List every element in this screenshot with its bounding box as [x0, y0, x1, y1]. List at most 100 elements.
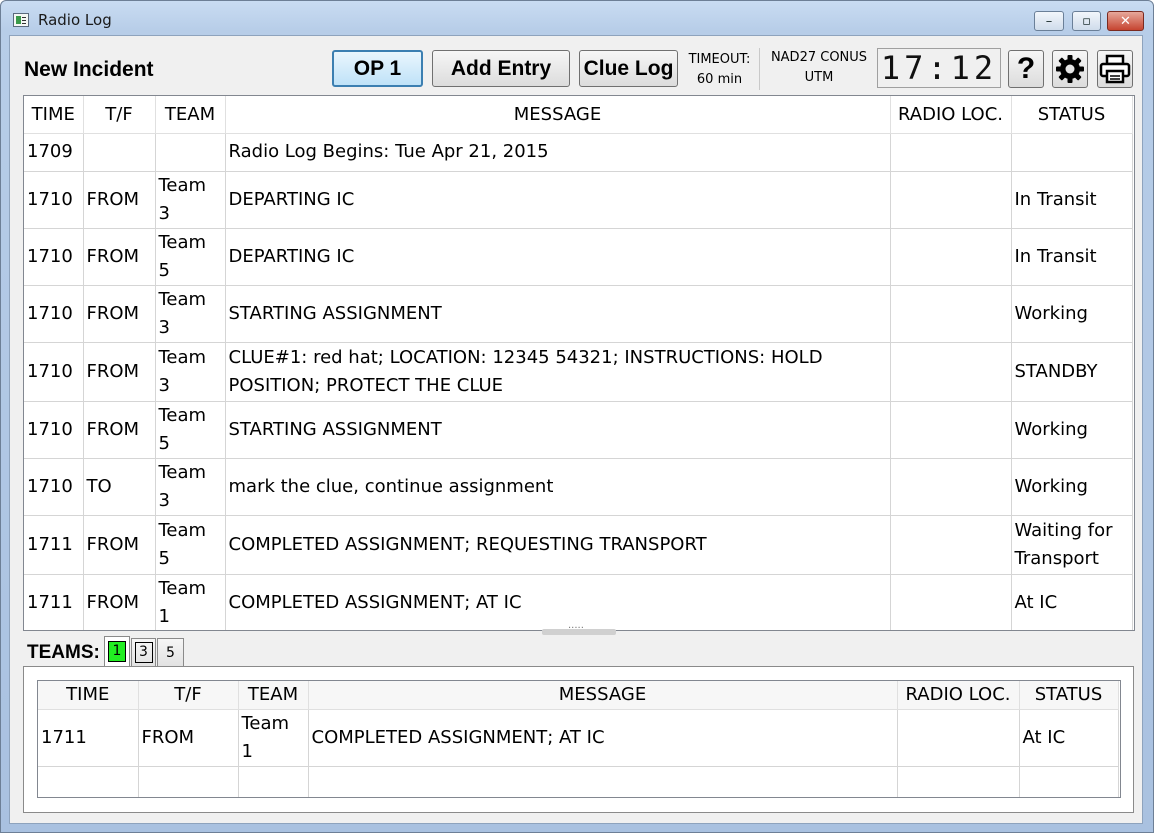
cell-team[interactable]: [155, 133, 226, 172]
cell-status[interactable]: At IC: [1011, 574, 1133, 630]
table-row[interactable]: 1710 TO Team 3 mark the clue, continue a…: [24, 458, 1133, 516]
cell-team[interactable]: Team 5: [155, 401, 226, 459]
team-log-grid[interactable]: TIME T/F TEAM MESSAGE RADIO LOC. STATUS …: [38, 681, 1119, 797]
cell-status[interactable]: Working: [1011, 285, 1133, 343]
settings-button[interactable]: [1052, 50, 1088, 88]
cell-tf[interactable]: FROM: [138, 709, 239, 767]
col-header-radio-loc[interactable]: RADIO LOC.: [890, 96, 1012, 134]
cell-tf[interactable]: FROM: [83, 342, 156, 402]
cell-message[interactable]: STARTING ASSIGNMENT: [225, 285, 891, 343]
cell-time[interactable]: [38, 766, 139, 797]
cell-status[interactable]: Working: [1011, 401, 1133, 459]
col-header-tf[interactable]: T/F: [138, 681, 239, 710]
cell-team[interactable]: Team 3: [155, 342, 226, 402]
cell-tf[interactable]: TO: [83, 458, 156, 516]
table-row[interactable]: 1711 FROM Team 1 COMPLETED ASSIGNMENT; A…: [38, 709, 1119, 767]
splitter-handle[interactable]: [542, 620, 616, 635]
help-button[interactable]: ?: [1008, 50, 1044, 88]
cell-message[interactable]: mark the clue, continue assignment: [225, 458, 891, 516]
cell-time[interactable]: 1710: [24, 285, 84, 343]
cell-time[interactable]: 1710: [24, 228, 84, 286]
team-log-table[interactable]: TIME T/F TEAM MESSAGE RADIO LOC. STATUS …: [37, 680, 1121, 798]
table-row[interactable]: 1710 FROM Team 3 CLUE#1: red hat; LOCATI…: [24, 342, 1133, 402]
cell-tf[interactable]: FROM: [83, 228, 156, 286]
cell-radio-loc[interactable]: [890, 133, 1012, 172]
table-row[interactable]: 1710 FROM Team 3 STARTING ASSIGNMENT Wor…: [24, 285, 1133, 343]
cell-time[interactable]: 1709: [24, 133, 84, 172]
col-header-status[interactable]: STATUS: [1019, 681, 1119, 710]
print-button[interactable]: [1097, 50, 1133, 88]
cell-message[interactable]: COMPLETED ASSIGNMENT; REQUESTING TRANSPO…: [225, 515, 891, 575]
cell-status[interactable]: At IC: [1019, 709, 1119, 767]
cell-tf[interactable]: FROM: [83, 401, 156, 459]
cell-radio-loc[interactable]: [890, 574, 1012, 630]
cell-tf[interactable]: FROM: [83, 574, 156, 630]
cell-team[interactable]: Team 1: [238, 709, 309, 767]
table-row[interactable]: 1711 FROM Team 5 COMPLETED ASSIGNMENT; R…: [24, 515, 1133, 575]
cell-tf[interactable]: [83, 133, 156, 172]
cell-team[interactable]: Team 3: [155, 285, 226, 343]
cell-radio-loc[interactable]: [897, 709, 1020, 767]
cell-team[interactable]: [238, 766, 309, 797]
cell-radio-loc[interactable]: [890, 515, 1012, 575]
col-header-tf[interactable]: T/F: [83, 96, 156, 134]
datum-display[interactable]: NAD27 CONUS UTM: [762, 48, 876, 88]
cell-message[interactable]: Radio Log Begins: Tue Apr 21, 2015: [225, 133, 891, 172]
cell-time[interactable]: 1711: [38, 709, 139, 767]
table-row[interactable]: 1709 Radio Log Begins: Tue Apr 21, 2015: [24, 133, 1133, 172]
col-header-message[interactable]: MESSAGE: [308, 681, 898, 710]
team-tab-5[interactable]: 5: [157, 638, 184, 666]
col-header-team[interactable]: TEAM: [155, 96, 226, 134]
cell-time[interactable]: 1710: [24, 458, 84, 516]
cell-status[interactable]: [1019, 766, 1119, 797]
cell-team[interactable]: Team 3: [155, 171, 226, 229]
cell-radio-loc[interactable]: [890, 401, 1012, 459]
table-row[interactable]: 1710 FROM Team 5 DEPARTING IC In Transit: [24, 228, 1133, 286]
col-header-team[interactable]: TEAM: [238, 681, 309, 710]
cell-time[interactable]: 1711: [24, 515, 84, 575]
table-row-empty[interactable]: [38, 766, 1119, 797]
cell-status[interactable]: In Transit: [1011, 171, 1133, 229]
cell-radio-loc[interactable]: [890, 342, 1012, 402]
radio-log-table[interactable]: TIME T/F TEAM MESSAGE RADIO LOC. STATUS …: [23, 95, 1135, 631]
maximize-button[interactable]: ▫: [1072, 11, 1101, 31]
cell-time[interactable]: 1710: [24, 171, 84, 229]
cell-radio-loc[interactable]: [890, 228, 1012, 286]
cell-status[interactable]: STANDBY: [1011, 342, 1133, 402]
cell-radio-loc[interactable]: [897, 766, 1020, 797]
cell-team[interactable]: Team 5: [155, 515, 226, 575]
col-header-time[interactable]: TIME: [24, 96, 84, 134]
cell-message[interactable]: [308, 766, 898, 797]
table-row[interactable]: 1710 FROM Team 3 DEPARTING IC In Transit: [24, 171, 1133, 229]
cell-tf[interactable]: FROM: [83, 171, 156, 229]
cell-time[interactable]: 1710: [24, 342, 84, 402]
cell-message[interactable]: STARTING ASSIGNMENT: [225, 401, 891, 459]
cell-tf[interactable]: FROM: [83, 285, 156, 343]
incident-name[interactable]: New Incident: [24, 58, 154, 82]
col-header-radio-loc[interactable]: RADIO LOC.: [897, 681, 1020, 710]
timeout-display[interactable]: TIMEOUT: 60 min: [682, 50, 757, 90]
cell-message[interactable]: CLUE#1: red hat; LOCATION: 12345 54321; …: [225, 342, 891, 402]
title-bar[interactable]: Radio Log – ▫ ✕: [1, 1, 1153, 35]
team-tab-1[interactable]: 1: [104, 636, 130, 666]
cell-time[interactable]: 1711: [24, 574, 84, 630]
cell-tf[interactable]: FROM: [83, 515, 156, 575]
clue-log-button[interactable]: Clue Log: [579, 50, 678, 87]
cell-status[interactable]: In Transit: [1011, 228, 1133, 286]
col-header-status[interactable]: STATUS: [1011, 96, 1133, 134]
minimize-button[interactable]: –: [1034, 11, 1064, 31]
cell-tf[interactable]: [138, 766, 239, 797]
cell-team[interactable]: Team 1: [155, 574, 226, 630]
cell-radio-loc[interactable]: [890, 171, 1012, 229]
cell-message[interactable]: COMPLETED ASSIGNMENT; AT IC: [225, 574, 891, 630]
col-header-message[interactable]: MESSAGE: [225, 96, 891, 134]
radio-log-grid[interactable]: TIME T/F TEAM MESSAGE RADIO LOC. STATUS …: [24, 96, 1133, 630]
cell-status[interactable]: Working: [1011, 458, 1133, 516]
cell-radio-loc[interactable]: [890, 458, 1012, 516]
cell-team[interactable]: Team 5: [155, 228, 226, 286]
cell-message[interactable]: DEPARTING IC: [225, 171, 891, 229]
team-tab-3[interactable]: 3: [131, 638, 156, 666]
cell-status[interactable]: [1011, 133, 1133, 172]
col-header-time[interactable]: TIME: [38, 681, 139, 710]
cell-message[interactable]: COMPLETED ASSIGNMENT; AT IC: [308, 709, 898, 767]
